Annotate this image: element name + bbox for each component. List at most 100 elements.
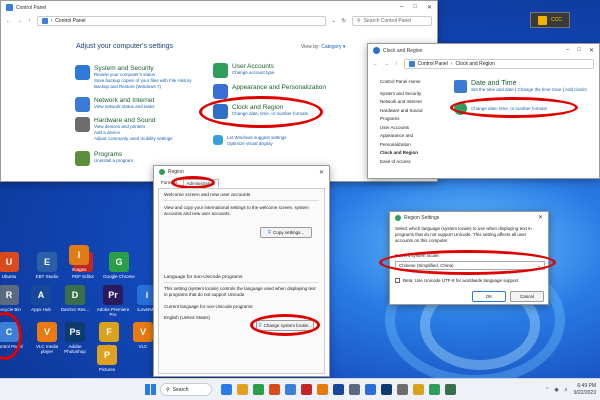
category-title[interactable]: System and Security	[94, 65, 192, 72]
desktop-icon[interactable]: I Images	[62, 245, 96, 272]
back-arrow-icon[interactable]: ←	[6, 18, 11, 24]
sidebar-item[interactable]: Programs	[380, 115, 442, 124]
category-title[interactable]: Hardware and Sound	[94, 117, 173, 124]
taskbar-app-icon[interactable]	[316, 384, 328, 395]
dropdown-chevron-icon[interactable]: ⌄	[332, 18, 336, 24]
sidebar-item[interactable]: Network and Internet	[380, 98, 442, 107]
sidebar-item[interactable]: System and Security	[380, 90, 442, 99]
category-link[interactable]: Backup and Restore (Windows 7)	[94, 84, 192, 90]
taskbar-app-icon[interactable]	[348, 384, 360, 395]
category-title[interactable]: Clock and Region	[232, 104, 308, 111]
taskbar-app-icon[interactable]	[268, 384, 280, 395]
breadcrumb-item[interactable]: Clock and Region	[455, 61, 494, 67]
set-time-link[interactable]: Set the time and date	[471, 87, 514, 92]
globe-icon	[454, 102, 467, 115]
locale-select[interactable]: Chinese (Simplified, China) ⌄	[395, 261, 545, 270]
tab-formats[interactable]: Formats	[158, 179, 181, 187]
ok-button[interactable]: OK	[472, 291, 506, 302]
category-title[interactable]: Appearance and Personalization	[232, 84, 326, 91]
sidebar-item[interactable]: Appearance and Personalization	[380, 132, 442, 149]
category-title[interactable]: Date and Time	[471, 80, 587, 87]
taskbar-app-icon[interactable]	[444, 384, 456, 395]
volume-icon[interactable]: ♬	[564, 387, 569, 393]
chevron-down-icon[interactable]: ▾	[342, 44, 346, 50]
desktop-app-icon: Pr	[103, 285, 123, 305]
cancel-button[interactable]: Cancel	[510, 291, 544, 302]
start-icon[interactable]	[145, 384, 156, 395]
taskbar-app-icon[interactable]	[364, 384, 376, 395]
desktop-icon[interactable]: A Apps Hub	[24, 285, 58, 312]
taskbar-app-icon[interactable]	[428, 384, 440, 395]
change-timezone-link[interactable]: Change the time zone	[517, 87, 561, 92]
category: Network and Internet View network status …	[75, 97, 154, 112]
maximize-icon[interactable]: □	[577, 47, 581, 54]
category-title[interactable]: Network and Internet	[94, 97, 154, 104]
category-link[interactable]: Adjust commonly used mobility settings	[94, 136, 173, 142]
taskbar-search-label: Search	[172, 386, 189, 393]
sidebar-item[interactable]: Hardware and Sound	[380, 107, 442, 116]
close-icon[interactable]: ✕	[538, 214, 543, 221]
close-icon[interactable]: ✕	[427, 4, 432, 11]
category: Hardware and Sound View devices and print…	[75, 117, 173, 142]
address-field[interactable]: Control Panel › Clock and Region	[403, 59, 594, 69]
taskbar-app-icon[interactable]	[380, 384, 392, 395]
breadcrumb[interactable]: Control Panel	[55, 18, 85, 24]
desktop-icon[interactable]: G Google Chrome	[102, 252, 136, 279]
taskbar-app-icon[interactable]	[412, 384, 424, 395]
taskbar-app-icon[interactable]	[252, 384, 264, 395]
change-formats-link[interactable]: Change date, time, or number formats	[471, 106, 547, 115]
category-icon	[213, 135, 223, 145]
welcome-heading: Welcome screen and new user accounts	[164, 193, 319, 201]
sidebar-item[interactable]: Ease of Access	[380, 158, 442, 167]
clock[interactable]: 6:49 PM 9/22/2023	[574, 383, 596, 396]
close-icon[interactable]: ✕	[589, 47, 594, 54]
sidebar-item[interactable]: Clock and Region	[380, 149, 442, 158]
tab-administrative[interactable]: Administrative	[182, 179, 219, 187]
category-title[interactable]: User Accounts	[232, 63, 275, 70]
taskbar-app-icon[interactable]	[236, 384, 248, 395]
minimize-icon[interactable]: –	[400, 4, 403, 11]
utf8-checkbox[interactable]	[395, 278, 400, 283]
taskbar-search[interactable]: ⚲ Search	[160, 383, 212, 396]
category-link[interactable]: Optimize visual display	[227, 141, 287, 147]
sidebar-item[interactable]: Control Panel Home	[380, 78, 442, 87]
add-clocks-link[interactable]: Add clocks	[565, 87, 587, 92]
view-by-dropdown[interactable]: Category	[321, 44, 341, 50]
desktop-icon[interactable]: Pr Adobe Premiere Pro	[96, 285, 130, 317]
forward-arrow-icon[interactable]: →	[17, 18, 22, 24]
current-language-label: Current language for non-Unicode program…	[164, 304, 254, 310]
taskbar-app-icon[interactable]	[332, 384, 344, 395]
chevron-up-icon[interactable]: ⌃	[545, 387, 549, 393]
taskbar-app-icon[interactable]	[220, 384, 232, 395]
desktop-icon[interactable]: Ps Adobe Photoshop	[58, 322, 92, 354]
close-icon[interactable]: ✕	[319, 169, 324, 176]
desktop-icon[interactable]: U Ubuntu	[0, 252, 26, 279]
category-link[interactable]: Change date, time, or number formats	[232, 111, 308, 117]
category-link[interactable]: Uninstall a program	[94, 158, 133, 164]
category-link[interactable]: View network status and tasks	[94, 104, 154, 110]
breadcrumb-item[interactable]: Control Panel	[418, 61, 448, 67]
desktop-icon[interactable]: R Recycle Bin	[0, 285, 26, 312]
copy-settings-button[interactable]: ⛨ Copy settings...	[260, 227, 312, 238]
wifi-icon[interactable]: ◉	[554, 387, 558, 393]
desktop-icon[interactable]: E EBT Studio	[30, 252, 64, 279]
desktop-icon[interactable]: P Pictures	[90, 345, 124, 372]
minimize-icon[interactable]: –	[566, 47, 569, 54]
back-arrow-icon[interactable]: ←	[373, 61, 378, 67]
category-title[interactable]: Programs	[94, 151, 133, 158]
refresh-icon[interactable]: ↻	[342, 18, 346, 24]
category-link[interactable]: Change account type	[232, 70, 275, 76]
forward-arrow-icon[interactable]: →	[384, 61, 389, 67]
desktop-icon[interactable]: C Control Panel	[0, 322, 26, 349]
up-arrow-icon[interactable]: ↑	[395, 61, 398, 67]
taskbar-app-icon[interactable]	[284, 384, 296, 395]
taskbar-app-icon[interactable]	[300, 384, 312, 395]
address-field[interactable]: › Control Panel	[36, 16, 326, 26]
taskbar-app-icon[interactable]	[396, 384, 408, 395]
up-arrow-icon[interactable]: ↑	[28, 18, 31, 24]
sidebar-item[interactable]: User Accounts	[380, 124, 442, 133]
change-system-locale-button[interactable]: ⛨ Change system locale...	[256, 320, 314, 331]
search-input[interactable]: ⚲ Search Control Panel	[352, 16, 432, 26]
desktop-icon[interactable]: D DaVinci Res...	[58, 285, 92, 312]
maximize-icon[interactable]: □	[413, 4, 417, 11]
